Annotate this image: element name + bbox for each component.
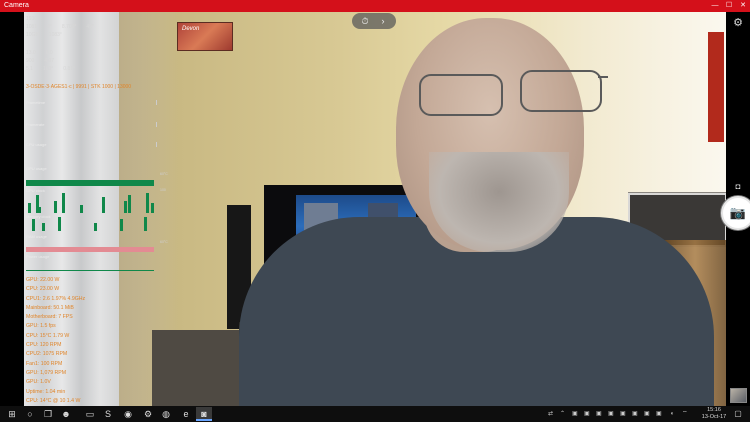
sensor-line: GPU: 22.00 W — [26, 277, 60, 283]
close-button[interactable]: ✕ — [736, 0, 750, 12]
graph-label: Power usage — [26, 254, 50, 259]
glasses-left-lens — [419, 74, 503, 116]
sensor-line: CPU: 120 RPM — [26, 342, 62, 349]
graph-label: CPU usage — [26, 142, 47, 147]
wall-banner — [708, 32, 724, 142]
clock-date: 13-Oct-17 — [701, 414, 727, 420]
camera-toolbar: ⏱ › — [352, 13, 396, 29]
glasses-right-lens — [520, 70, 602, 112]
task-view-icon[interactable]: ❐ — [40, 407, 56, 421]
sensor-line: GPU: 1,079 RPM — [26, 369, 67, 376]
skype-icon[interactable]: S — [100, 407, 116, 421]
graph-value: 60°C — [160, 240, 168, 244]
maximize-button[interactable]: ☐ — [722, 0, 736, 12]
glasses-temple — [598, 76, 608, 78]
sensor-line: GPU: 1.5 fps — [26, 323, 56, 330]
tray-app-icon[interactable]: ▣ — [596, 408, 602, 420]
sensor-line: CPU: 14°C @ 10 1.4 W — [26, 397, 81, 404]
tray-app-icon[interactable]: ▣ — [620, 408, 626, 420]
sensor-line: CPU1: 2.6 1.97% 4.9GHz — [26, 295, 86, 302]
overlay-row: 10GB 1083° — [26, 32, 62, 38]
action-center-icon[interactable]: ▢ — [732, 408, 744, 420]
camera-controls: ⚙ ◘ 📷 — [721, 12, 750, 406]
gear-icon[interactable]: ⚙ — [731, 16, 745, 30]
graph-value: 60°C — [160, 172, 168, 176]
memory-clock-graph — [26, 217, 154, 231]
edge-icon[interactable]: e — [178, 407, 194, 421]
performance-overlay: 1930 1081 4° 8.700° 49° 10GB 1083° 13.0 0.0 9… — [26, 14, 168, 406]
clock-time: 15:16 — [707, 407, 721, 413]
overlay-header: 3-OSDE·3·AGES1·c | 9991 | STK 1000 | 130… — [26, 84, 132, 90]
chevron-right-icon[interactable]: › — [374, 15, 392, 27]
wall-picture: Devon — [177, 22, 233, 51]
chevron-up-icon[interactable]: ⌃ — [560, 408, 565, 420]
gpu-usage-bar — [26, 180, 154, 186]
overlay-row: 1930 — [26, 16, 38, 22]
graph-label: GPU usage — [26, 166, 47, 171]
sensor-line: CPU2: 1075 RPM — [26, 351, 68, 358]
settings-app-icon[interactable]: ⚙ — [140, 407, 156, 421]
windows-logo-icon[interactable]: ⊞ — [4, 407, 20, 421]
graph-tick — [156, 142, 157, 147]
graph-value: 100 — [160, 188, 166, 192]
search-icon[interactable]: ○ — [22, 407, 38, 421]
tray-app-icon[interactable]: ▣ — [632, 408, 638, 420]
overlay-row: 1081 4° 8.700° 49° — [26, 24, 94, 30]
sensor-line: Mainboard: 50.1 MiB — [26, 304, 74, 311]
tray-app-icon[interactable]: ▣ — [608, 408, 614, 420]
media-player-icon[interactable]: ◉ — [120, 407, 136, 421]
sensor-line: Uptime: 1.04 min — [26, 388, 66, 395]
video-camera-icon[interactable]: ◘ — [732, 182, 744, 194]
tray-app-icon[interactable]: ▣ — [584, 408, 590, 420]
picture-caption: Devon — [182, 26, 200, 32]
photo-thumbnail[interactable] — [730, 388, 747, 403]
taskbar: ⊞ ○ ❐ ☻ ▭ S ◉ ⚙ ◍ e ◙ ⇄ ⌃ ▣ ▣ ▣ ▣ ▣ ▣ ▣ … — [0, 406, 750, 422]
volume-icon[interactable]: ◖ — [670, 408, 674, 420]
gpu-clock-graph — [26, 191, 154, 213]
tray-app-icon[interactable]: ▣ — [644, 408, 650, 420]
sensor-line: Fan1: 100 RPM — [26, 360, 63, 367]
wifi-icon[interactable]: ⌔ — [682, 408, 688, 420]
graph-label: Framerate — [26, 122, 45, 127]
graph-label: Frametime — [26, 100, 46, 105]
timer-icon[interactable]: ⏱ — [356, 15, 374, 27]
app-icon[interactable]: ☻ — [58, 407, 74, 421]
sensor-line: GPU: 1.0V — [26, 379, 51, 386]
network-icon[interactable]: ⇄ — [548, 408, 553, 420]
taskbar-clock[interactable]: 15:16 13-Oct-17 — [700, 407, 728, 421]
overlay-row: 900 4.07 — [26, 58, 55, 64]
graph-label: RAM usage — [26, 234, 47, 239]
minimize-button[interactable]: — — [708, 0, 722, 12]
overlay-sensor-list: GPU: 22.00 W CPU: 23.00 W CPU1: 2.6 1.97… — [26, 276, 85, 406]
window-title: Camera — [4, 2, 29, 9]
overlay-row: 13.0 0.0 — [26, 50, 53, 56]
power-usage-line — [26, 270, 154, 271]
person-beard — [429, 152, 569, 252]
sensor-line: CPU: 23.00 W — [26, 286, 60, 293]
graph-tick — [156, 122, 157, 127]
tray-app-icon[interactable]: ▣ — [572, 408, 578, 420]
sensor-line: CPU: 15°C 1.79 W — [26, 332, 70, 339]
ram-usage-bar — [26, 247, 154, 252]
camera-app-icon[interactable]: ◙ — [196, 407, 212, 421]
chrome-icon[interactable]: ◍ — [158, 407, 174, 421]
overlay-row: 5.1 100° 0.81° — [26, 66, 76, 72]
window-titlebar: Camera — ☐ ✕ — [0, 0, 750, 12]
graph-tick — [156, 100, 157, 105]
sensor-line: Motherboard: 7 FPS — [26, 314, 73, 321]
file-explorer-icon[interactable]: ▭ — [82, 407, 98, 421]
camera-icon: 📷 — [729, 205, 747, 220]
take-photo-button[interactable]: 📷 — [721, 196, 750, 230]
tray-app-icon[interactable]: ▣ — [656, 408, 662, 420]
